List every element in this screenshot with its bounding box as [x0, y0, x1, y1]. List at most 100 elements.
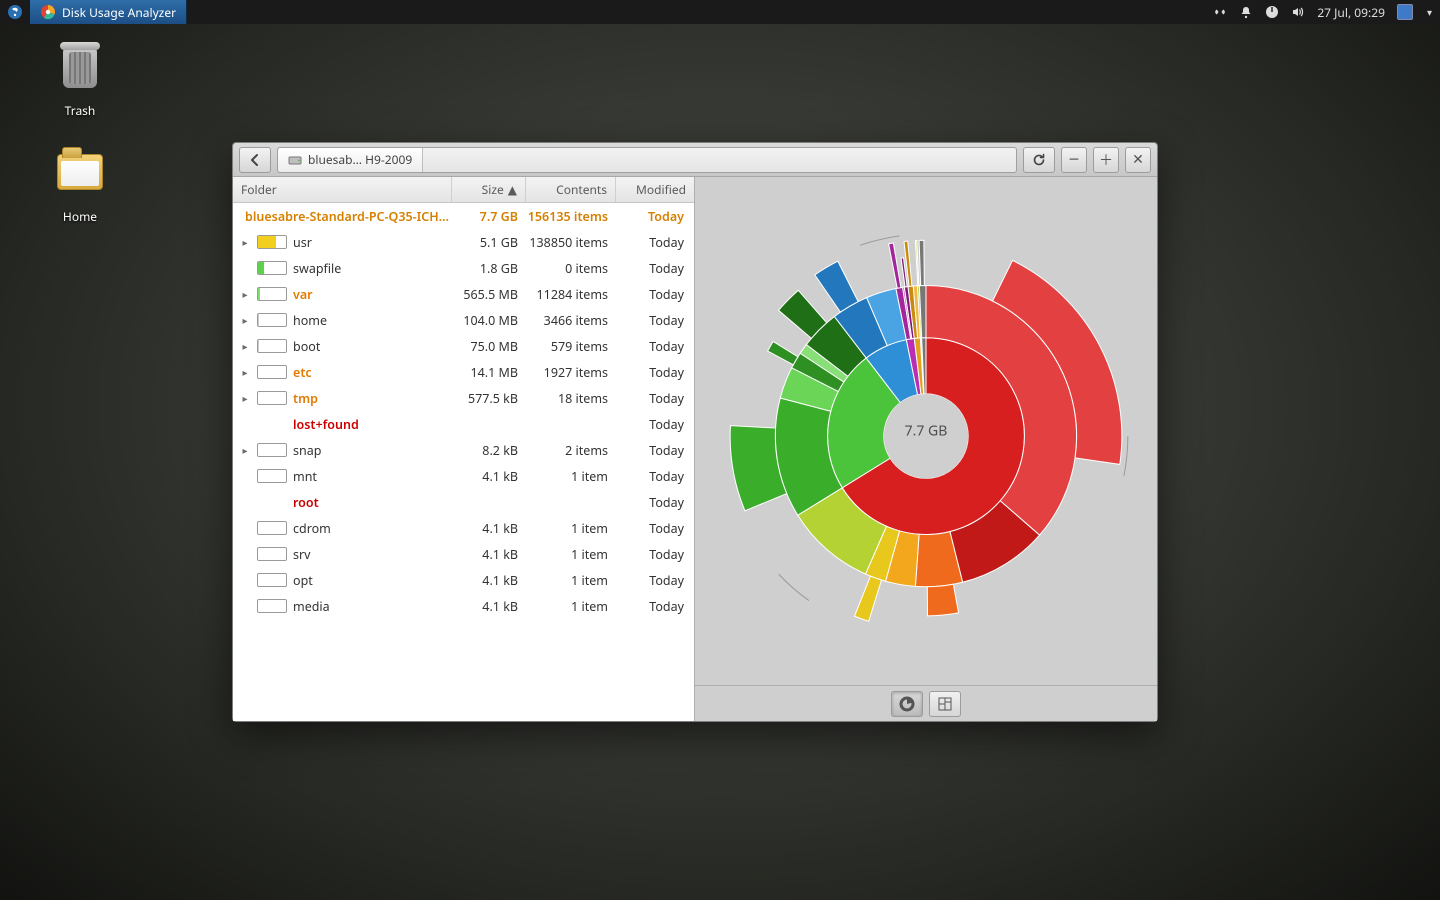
tree-rows[interactable]: bluesabre-Standard-PC-Q35-ICH9-2009 7.7 …: [233, 203, 694, 721]
applications-menu-button[interactable]: [0, 0, 30, 24]
column-header-contents[interactable]: Contents: [526, 177, 616, 202]
cell-size: 8.2 kB: [452, 442, 526, 459]
usage-bar: [257, 339, 287, 353]
tree-row[interactable]: ▸var565.5 MB11284 itemsToday: [233, 281, 694, 307]
cell-contents: 1927 items: [526, 364, 616, 381]
expander-icon[interactable]: ▸: [239, 365, 251, 379]
volume-icon[interactable]: [1291, 5, 1305, 19]
cell-size: 4.1 kB: [452, 468, 526, 485]
desktop-icon-home[interactable]: Home: [32, 146, 128, 225]
tree-row-root[interactable]: bluesabre-Standard-PC-Q35-ICH9-2009 7.7 …: [233, 203, 694, 229]
cell-contents: 1 item: [526, 520, 616, 537]
expander-icon[interactable]: ▸: [239, 287, 251, 301]
tree-row[interactable]: opt4.1 kB1 itemToday: [233, 567, 694, 593]
folder-name: bluesabre-Standard-PC-Q35-ICH9-2009: [245, 208, 452, 225]
cell-modified: Today: [616, 494, 694, 511]
usage-bar: [257, 365, 287, 379]
cell-modified: Today: [616, 312, 694, 329]
cell-size: 565.5 MB: [452, 286, 526, 303]
folder-name: boot: [293, 338, 320, 355]
desktop-icon-trash[interactable]: Trash: [32, 44, 128, 119]
cell-size: 4.1 kB: [452, 598, 526, 615]
panel-menu-chevron-icon[interactable]: ▾: [1425, 5, 1432, 19]
notifications-icon[interactable]: [1239, 5, 1253, 19]
tree-row[interactable]: swapfile1.8 GB0 itemsToday: [233, 255, 694, 281]
view-ringchart-button[interactable]: [891, 691, 923, 717]
location-pathbar[interactable]: bluesab… H9-2009: [277, 147, 1017, 173]
window-titlebar[interactable]: bluesab… H9-2009 ─ ＋ ✕: [233, 143, 1157, 177]
disk-usage-analyzer-icon: [40, 4, 56, 20]
window-minimize-button[interactable]: ─: [1061, 147, 1087, 173]
tree-row[interactable]: ▸tmp577.5 kB18 itemsToday: [233, 385, 694, 411]
folder-name: usr: [293, 234, 312, 251]
view-treemap-button[interactable]: [929, 691, 961, 717]
panel-clock[interactable]: 27 Jul, 09:29: [1317, 4, 1385, 21]
taskbar-app-disk-usage-analyzer[interactable]: Disk Usage Analyzer: [30, 0, 187, 24]
folder-name: srv: [293, 546, 311, 563]
column-header-folder[interactable]: Folder: [233, 177, 452, 202]
usage-bar: [257, 287, 287, 301]
folder-name: var: [293, 286, 313, 303]
back-button[interactable]: [239, 147, 271, 173]
tree-row[interactable]: ▸snap8.2 kB2 itemsToday: [233, 437, 694, 463]
tree-row[interactable]: ▸boot75.0 MB579 itemsToday: [233, 333, 694, 359]
cell-modified: Today: [616, 364, 694, 381]
tree-header: Folder Size▲ Contents Modified: [233, 177, 694, 203]
expander-icon[interactable]: ▸: [239, 313, 251, 327]
sunburst-chart[interactable]: 7.7 GB: [695, 177, 1157, 685]
tree-row[interactable]: ▸ etc 14.1 MB1927 itemsToday: [233, 359, 694, 385]
tree-row[interactable]: rootToday: [233, 489, 694, 515]
power-icon[interactable]: [1265, 5, 1279, 19]
usage-bar: [257, 235, 287, 249]
cell-size: 5.1 GB: [452, 234, 526, 251]
tray-indicator-icon[interactable]: [1397, 4, 1413, 20]
tree-row[interactable]: srv4.1 kB1 itemToday: [233, 541, 694, 567]
visualization-pane: 7.7 GB: [695, 177, 1157, 721]
taskbar-app-label: Disk Usage Analyzer: [62, 4, 176, 21]
sort-ascending-icon: ▲: [508, 181, 517, 198]
cell-size: 4.1 kB: [452, 546, 526, 563]
tree-row[interactable]: mnt4.1 kB1 itemToday: [233, 463, 694, 489]
folder-name: mnt: [293, 468, 317, 485]
refresh-button[interactable]: [1023, 147, 1055, 173]
usage-bar: [257, 469, 287, 483]
folder-name: snap: [293, 442, 321, 459]
window-maximize-button[interactable]: ＋: [1093, 147, 1119, 173]
usage-bar: [257, 313, 287, 327]
cell-contents: 138850 items: [526, 234, 616, 251]
expander-icon[interactable]: ▸: [239, 391, 251, 405]
cell-modified: Today: [616, 572, 694, 589]
column-header-size[interactable]: Size▲: [452, 177, 526, 202]
cell-contents: 156135 items: [526, 208, 616, 225]
cell-size: 14.1 MB: [452, 364, 526, 381]
cell-size: 577.5 kB: [452, 390, 526, 407]
folder-name: home: [293, 312, 327, 329]
expander-icon[interactable]: ▸: [239, 235, 251, 249]
window-close-button[interactable]: ✕: [1125, 147, 1151, 173]
folder-name: cdrom: [293, 520, 331, 537]
tree-row[interactable]: lost+found Today: [233, 411, 694, 437]
expander-icon[interactable]: ▸: [239, 443, 251, 457]
column-header-modified[interactable]: Modified: [616, 177, 694, 202]
cell-contents: 11284 items: [526, 286, 616, 303]
tree-row[interactable]: cdrom4.1 kB1 itemToday: [233, 515, 694, 541]
cell-size: 4.1 kB: [452, 572, 526, 589]
cell-contents: 579 items: [526, 338, 616, 355]
folder-name: lost+found: [293, 416, 359, 433]
network-icon[interactable]: [1213, 5, 1227, 19]
desktop-icon-label: Home: [32, 208, 128, 225]
folder-name: swapfile: [293, 260, 341, 277]
tree-row[interactable]: media4.1 kB1 itemToday: [233, 593, 694, 619]
tree-row[interactable]: ▸home104.0 MB3466 itemsToday: [233, 307, 694, 333]
cell-modified: Today: [616, 416, 694, 433]
cell-contents: 1 item: [526, 572, 616, 589]
chart-center-label: 7.7 GB: [905, 422, 948, 441]
folder-tree: Folder Size▲ Contents Modified bluesabre…: [233, 177, 695, 721]
folder-name: etc: [293, 364, 312, 381]
drive-icon: [288, 153, 302, 167]
breadcrumb-device[interactable]: bluesab… H9-2009: [278, 148, 423, 172]
disk-usage-analyzer-window: bluesab… H9-2009 ─ ＋ ✕ Folder Size▲ Cont…: [232, 142, 1158, 722]
cell-modified: Today: [616, 468, 694, 485]
tree-row[interactable]: ▸usr5.1 GB138850 itemsToday: [233, 229, 694, 255]
expander-icon[interactable]: ▸: [239, 339, 251, 353]
